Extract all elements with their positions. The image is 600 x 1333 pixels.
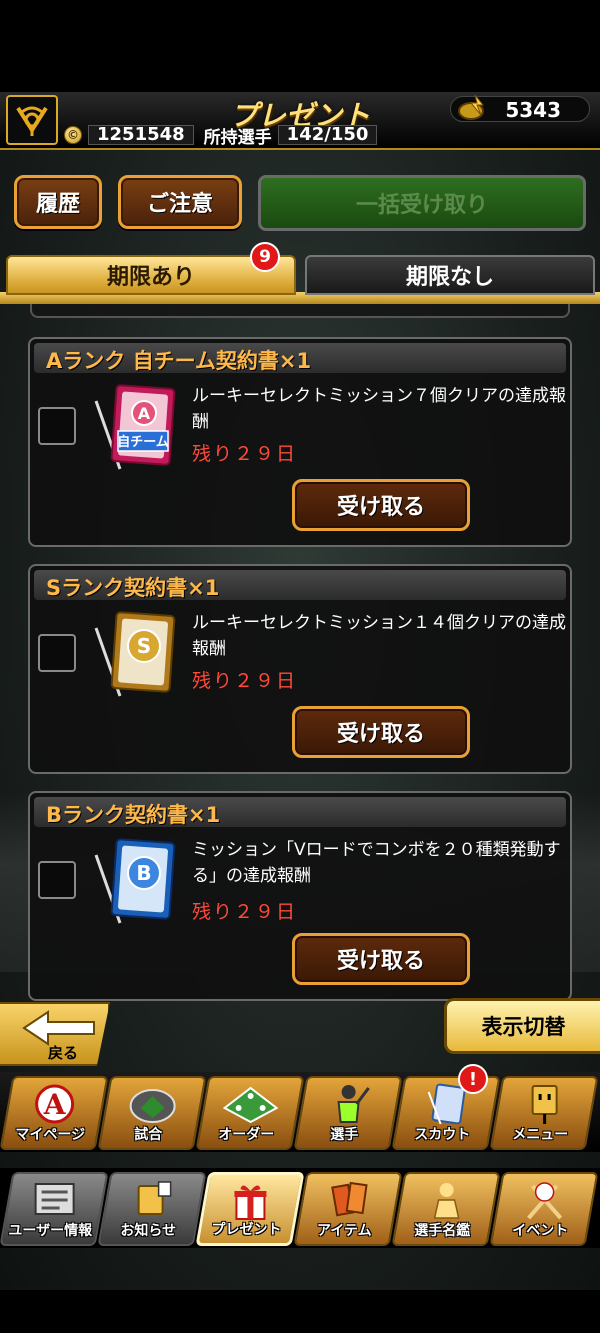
present-title: Bランク契約書×1 [46, 803, 221, 827]
coin-icon: © [64, 126, 82, 144]
gem-value: 5343 [505, 98, 561, 122]
count-badge: 9 [250, 242, 280, 272]
nav-menu[interactable]: メニュー [489, 1076, 599, 1150]
select-checkbox[interactable] [38, 407, 76, 445]
select-checkbox[interactable] [38, 861, 76, 899]
a-rank-contract-icon: A 自チーム [92, 381, 184, 473]
nav-user-info[interactable]: ユーザー情報 [0, 1172, 109, 1246]
card-header: Sランク契約書×1 [34, 570, 566, 600]
nav-players[interactable]: 選手 [293, 1076, 403, 1150]
history-button[interactable]: 履歴 [14, 175, 102, 229]
money-row: © 1251548 所持選手 142/150 [64, 124, 378, 148]
present-title: Aランク 自チーム契約書×1 [46, 349, 312, 373]
svg-text:B: B [136, 861, 151, 885]
present-title: Sランク契約書×1 [46, 576, 220, 600]
gold-gem-icon [457, 91, 489, 127]
present-description: ミッション「Vロードでコンボを２０種類発動する」の達成報酬 [192, 840, 561, 886]
present-card: Bランク契約書×1 B ミッション「Vロードでコンボを２０種類発動する」の達成報… [28, 791, 572, 1001]
previous-card-fragment [30, 304, 570, 318]
tab-no-deadline[interactable]: 期限なし [305, 255, 595, 295]
owned-players-label: 所持選手 [203, 127, 272, 148]
owned-players-value: 142/150 [277, 125, 378, 145]
card-header: Bランク契約書×1 [34, 797, 566, 827]
nav-order[interactable]: オーダー [195, 1076, 305, 1150]
select-checkbox[interactable] [38, 634, 76, 672]
gem-counter[interactable]: 5343 [450, 94, 590, 122]
back-label: 戻る [48, 1044, 79, 1062]
nav-player-directory[interactable]: 選手名鑑 [391, 1172, 501, 1246]
nav-items[interactable]: アイテム [293, 1172, 403, 1246]
top-header: プレゼント 5343 © 1251548 所持選手 142/150 [0, 92, 600, 150]
nav-mypage[interactable]: A マイページ [0, 1076, 109, 1150]
main-nav: A マイページ 試合 オーダー 選手 スカウト メニュー [0, 1072, 600, 1152]
receive-button[interactable]: 受け取る [292, 706, 470, 758]
scout-alert-badge: ! [458, 1064, 488, 1094]
nav-present[interactable]: プレゼント [195, 1172, 305, 1246]
money-value: 1251548 [88, 125, 194, 145]
present-card: Aランク 自チーム契約書×1 A 自チーム ルーキーセレクトミッション７個クリア… [28, 337, 572, 547]
remaining-days: 残り２９日 [192, 901, 298, 923]
remaining-days: 残り２９日 [192, 443, 298, 465]
card-header: Aランク 自チーム契約書×1 [34, 343, 566, 373]
nav-notices[interactable]: お知らせ [97, 1172, 207, 1246]
receive-button[interactable]: 受け取る [292, 479, 470, 531]
remaining-days: 残り２９日 [192, 670, 298, 692]
svg-text:S: S [137, 634, 151, 658]
svg-text:自チーム: 自チーム [117, 434, 169, 450]
receive-button[interactable]: 受け取る [292, 933, 470, 985]
svg-text:A: A [43, 1088, 67, 1121]
notice-button[interactable]: ご注意 [118, 175, 242, 229]
sub-nav: ユーザー情報 お知らせ プレゼント アイテム 選手名鑑 イベント [0, 1168, 600, 1248]
s-rank-contract-icon: S [92, 608, 184, 700]
nav-game[interactable]: 試合 [97, 1076, 207, 1150]
receive-all-button[interactable]: 一括受け取り [258, 175, 586, 231]
switch-view-button[interactable]: 表示切替 [444, 998, 600, 1054]
b-rank-contract-icon: B [92, 835, 184, 927]
svg-text:A: A [138, 404, 151, 423]
nav-event[interactable]: イベント [489, 1172, 599, 1246]
present-description: ルーキーセレクトミッション１４個クリアの達成報酬 [192, 613, 566, 659]
present-description: ルーキーセレクトミッション７個クリアの達成報酬 [192, 386, 566, 432]
present-card: Sランク契約書×1 S ルーキーセレクトミッション１４個クリアの達成報酬 残り２… [28, 564, 572, 774]
